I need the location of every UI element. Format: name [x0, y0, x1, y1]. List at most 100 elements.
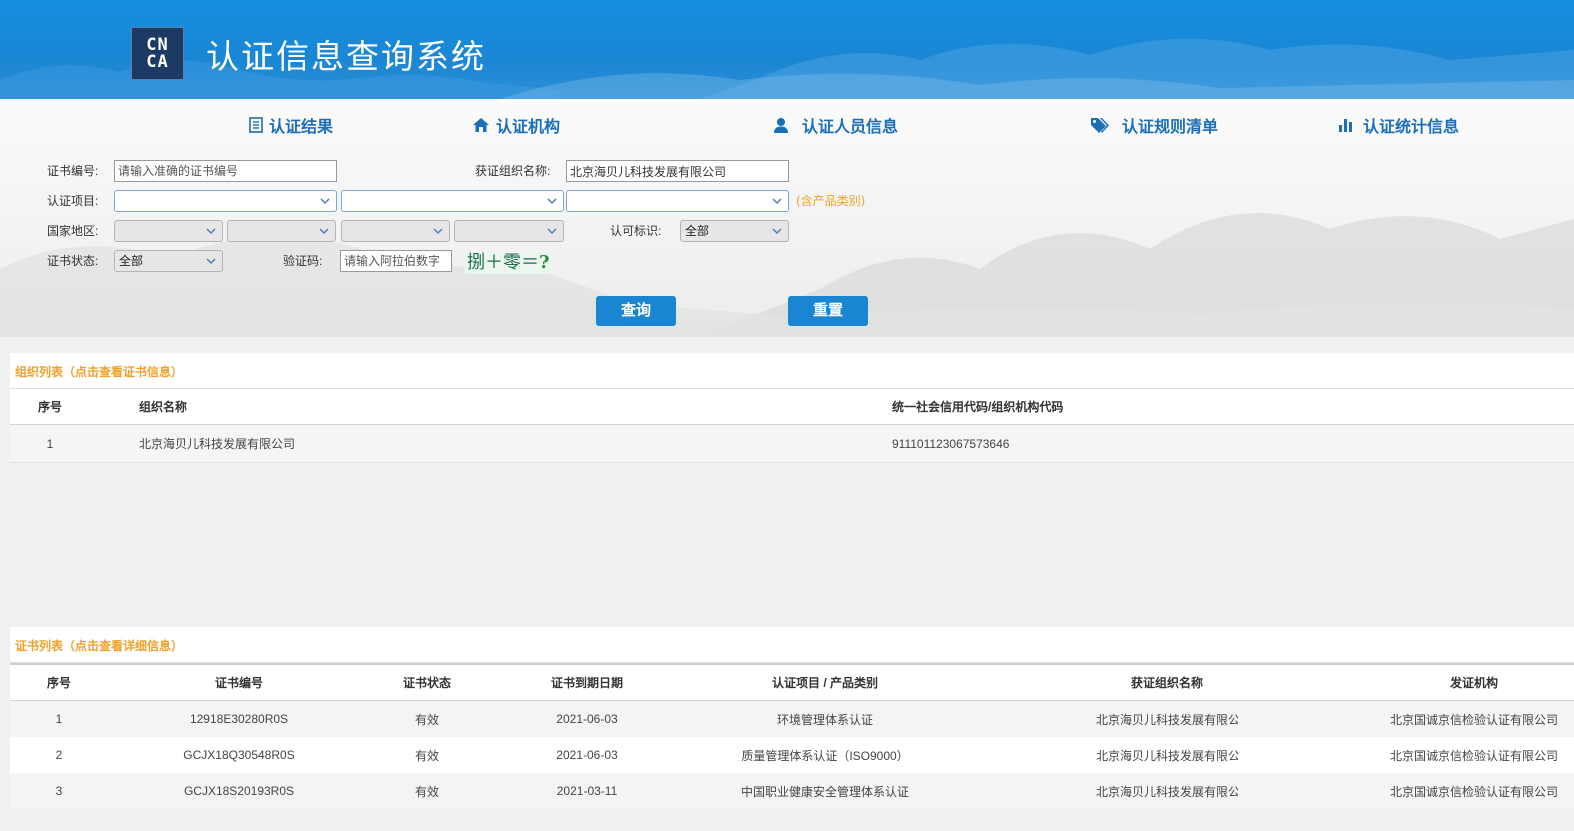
table-row[interactable]: 1 12918E30280R0S 有效 2021-06-03 环境管理体系认证 … — [10, 700, 1574, 737]
product-category-hint: (含产品类别) — [796, 194, 866, 208]
org-list-title: 组织列表（点击查看证书信息） — [10, 353, 1574, 389]
cert-status-select[interactable]: 全部 — [114, 250, 223, 272]
bar-chart-icon — [1338, 117, 1354, 133]
site-header: CN CA 认证信息查询系统 — [0, 0, 1574, 99]
column-header-expiry-date: 证书到期日期 — [484, 663, 690, 701]
cell-org-name: 北京海贝儿科技发展有限公司 — [960, 773, 1374, 809]
cell-org-name: 北京海贝儿科技发展有限公司 — [960, 737, 1374, 773]
region-select-1[interactable] — [114, 220, 223, 242]
chevron-down-icon — [433, 228, 443, 235]
nav-tab-personnel[interactable]: 认证人员信息 — [773, 112, 898, 138]
nav-tab-rules[interactable]: 认证规则清单 — [1090, 112, 1218, 138]
region-select-2[interactable] — [227, 220, 336, 242]
org-list-table: 序号 组织名称 统一社会信用代码/组织机构代码 1 北京海贝儿科技发展有限公司 … — [10, 389, 1574, 463]
column-header-org-name: 获证组织名称 — [960, 663, 1374, 701]
captcha-question-mark: ? — [539, 252, 550, 273]
column-header-org-name: 组织名称 — [90, 389, 840, 425]
cell-issuer: 北京国诚京信检验认证有限公司 — [1374, 773, 1574, 809]
logo-text-top: CN — [146, 34, 169, 55]
cert-list-header-row: 序号 证书编号 证书状态 证书到期日期 认证项目 / 产品类别 获证组织名称 发… — [10, 663, 1574, 701]
cell-index: 1 — [10, 700, 108, 737]
tags-icon — [1090, 117, 1110, 133]
captcha-image[interactable]: 捌＋零＝? — [465, 252, 552, 274]
chevron-down-icon — [206, 228, 216, 235]
cell-expiry-date: 2021-06-03 — [484, 737, 690, 773]
accreditation-label: 认可标识: — [610, 224, 662, 238]
nav-tab-label: 认证人员信息 — [802, 119, 899, 136]
cell-expiry-date: 2021-06-03 — [484, 700, 690, 737]
cell-cert-status: 有效 — [370, 700, 484, 737]
table-row[interactable]: 3 GCJX18S20193R0S 有效 2021-03-11 中国职业健康安全… — [10, 773, 1574, 809]
cell-index: 2 — [10, 737, 108, 773]
column-header-cert-status: 证书状态 — [370, 663, 484, 701]
site-title: 认证信息查询系统 — [206, 37, 486, 76]
nav-tab-statistics[interactable]: 认证统计信息 — [1338, 112, 1459, 138]
cell-org-name-text: 北京海贝儿科技发展有限公司 — [1096, 712, 1238, 727]
cert-list-table: 序号 证书编号 证书状态 证书到期日期 认证项目 / 产品类别 获证组织名称 发… — [10, 663, 1574, 809]
cert-status-label: 证书状态: — [47, 254, 99, 268]
reset-button[interactable]: 重置 — [788, 296, 868, 326]
cert-project-select-3[interactable] — [566, 190, 789, 212]
cert-project-label: 认证项目: — [47, 194, 99, 208]
cert-project-select-1[interactable] — [114, 190, 337, 212]
column-header-index: 序号 — [10, 663, 108, 701]
table-row[interactable]: 1 北京海贝儿科技发展有限公司 911101123067573646 — [10, 424, 1574, 463]
region-label: 国家地区: — [47, 224, 99, 238]
table-row[interactable]: 2 GCJX18Q30548R0S 有效 2021-06-03 质量管理体系认证… — [10, 737, 1574, 773]
cell-cert-status: 有效 — [370, 773, 484, 809]
chevron-down-icon — [772, 198, 782, 205]
cell-expiry-date: 2021-03-11 — [484, 773, 690, 809]
cell-index: 1 — [10, 424, 90, 463]
cell-org-name-text: 北京海贝儿科技发展有限公司 — [1096, 784, 1238, 799]
org-name-label: 获证组织名称: — [475, 164, 551, 178]
org-list-panel: 组织列表（点击查看证书信息） 序号 组织名称 统一社会信用代码/组织机构代码 1… — [10, 353, 1574, 463]
accreditation-select[interactable]: 全部 — [680, 220, 789, 242]
cert-project-select-2[interactable] — [341, 190, 564, 212]
cell-cert-project: 质量管理体系认证（ISO9000） — [690, 737, 960, 773]
column-header-credit-code: 统一社会信用代码/组织机构代码 — [840, 389, 1574, 425]
user-icon — [773, 117, 789, 134]
cell-index: 3 — [10, 773, 108, 809]
chevron-down-icon — [547, 228, 557, 235]
cert-number-input[interactable] — [114, 160, 337, 182]
region-select-4[interactable] — [454, 220, 564, 242]
column-header-cert-number: 证书编号 — [108, 663, 370, 701]
column-header-issuer: 发证机构 — [1374, 663, 1574, 701]
nav-tab-cert-results[interactable]: 认证结果 — [249, 112, 333, 138]
cell-issuer: 北京国诚京信检验认证有限公司 — [1374, 737, 1574, 773]
list-icon — [249, 117, 263, 133]
nav-tab-label: 认证结果 — [269, 119, 334, 136]
cell-cert-number: 12918E30280R0S — [108, 700, 370, 737]
column-header-index: 序号 — [10, 389, 90, 425]
query-button[interactable]: 查询 — [596, 296, 676, 326]
cell-credit-code: 911101123067573646 — [840, 424, 1574, 463]
nav-tab-cert-bodies[interactable]: 认证机构 — [472, 112, 560, 138]
site-logo: CN CA — [131, 27, 184, 80]
cert-list-title: 证书列表（点击查看详细信息） — [10, 627, 1574, 663]
cell-cert-project: 中国职业健康安全管理体系认证 — [690, 773, 960, 809]
org-name-input[interactable] — [566, 160, 789, 182]
cert-list-panel: 证书列表（点击查看详细信息） 序号 证书编号 证书状态 证书到期日期 认证项目 … — [10, 627, 1574, 809]
chevron-down-icon — [319, 228, 329, 235]
nav-tab-label: 认证机构 — [496, 119, 561, 136]
column-header-cert-project: 认证项目 / 产品类别 — [690, 663, 960, 701]
region-select-3[interactable] — [341, 220, 450, 242]
captcha-label: 验证码: — [283, 254, 323, 268]
chevron-down-icon — [320, 198, 330, 205]
cert-number-label: 证书编号: — [47, 164, 99, 178]
cell-cert-number: GCJX18Q30548R0S — [108, 737, 370, 773]
nav-tab-label: 认证规则清单 — [1122, 119, 1219, 136]
cell-org-name: 北京海贝儿科技发展有限公司 — [90, 424, 840, 463]
org-list-header-row: 序号 组织名称 统一社会信用代码/组织机构代码 — [10, 389, 1574, 425]
cell-cert-project: 环境管理体系认证 — [690, 700, 960, 737]
accreditation-select-value: 全部 — [685, 224, 710, 238]
cell-issuer: 北京国诚京信检验认证有限公司 — [1374, 700, 1574, 737]
cell-cert-status: 有效 — [370, 737, 484, 773]
captcha-text: 捌＋零＝ — [467, 252, 539, 273]
cell-org-name: 北京海贝儿科技发展有限公司 — [960, 700, 1374, 737]
nav-tab-label: 认证统计信息 — [1363, 119, 1460, 136]
cert-status-select-value: 全部 — [119, 254, 144, 268]
captcha-input[interactable] — [340, 250, 452, 272]
logo-text-bottom: CA — [146, 51, 169, 72]
home-icon — [472, 117, 490, 133]
